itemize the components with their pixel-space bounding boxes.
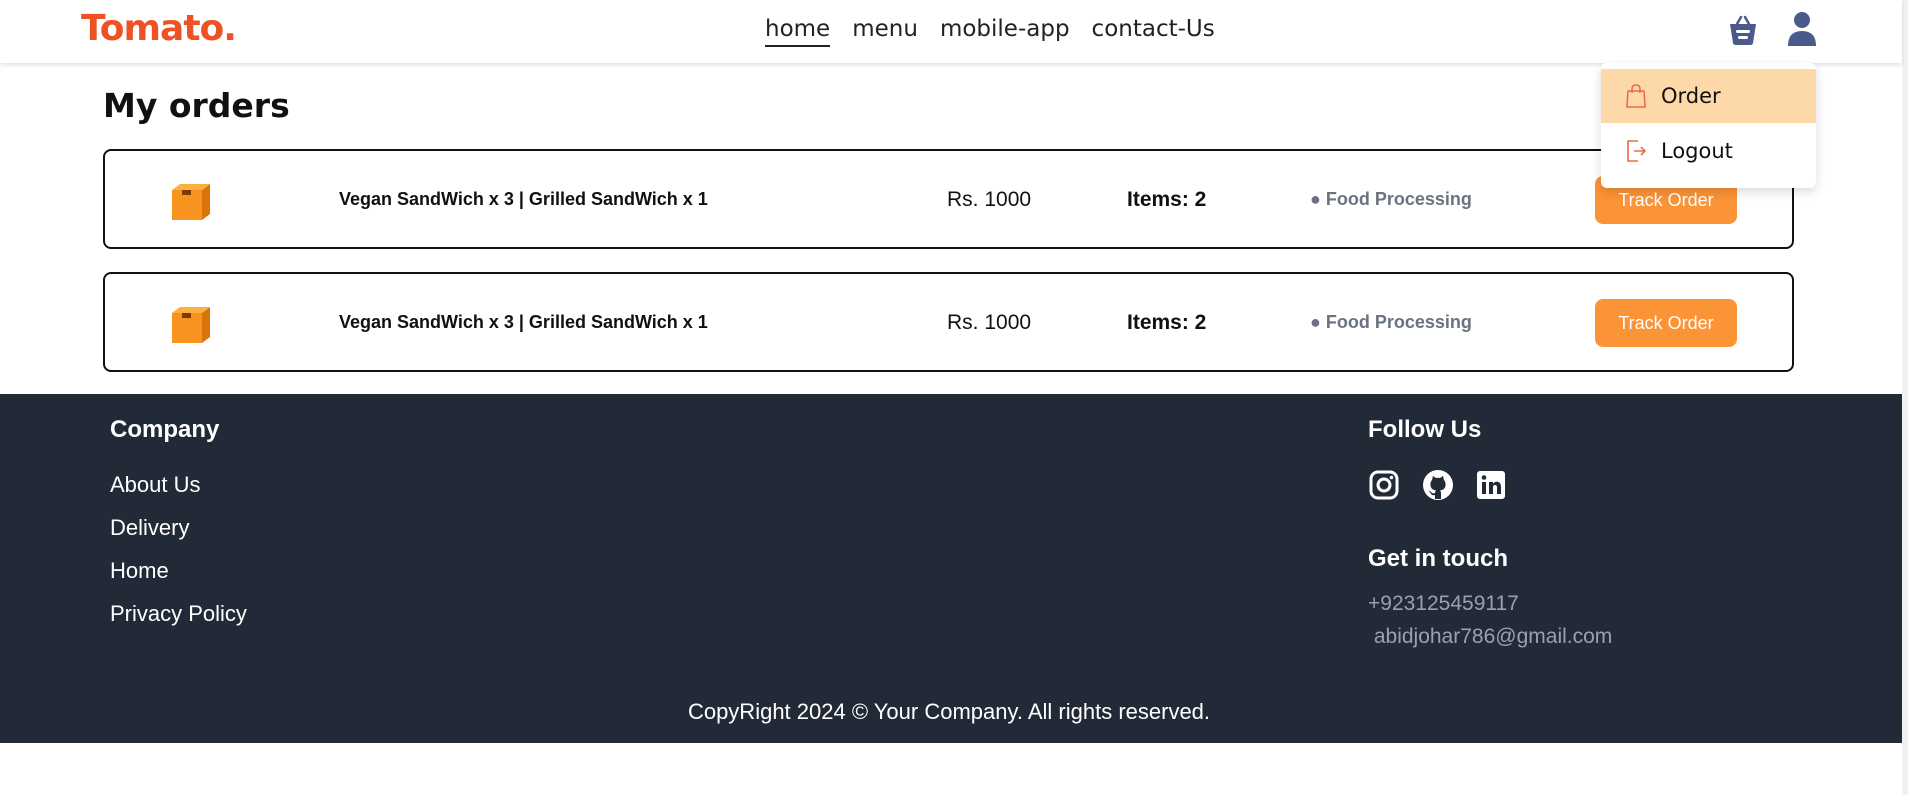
track-order-button[interactable]: Track Order	[1595, 299, 1737, 347]
instagram-icon[interactable]	[1368, 469, 1400, 501]
footer-link-delivery[interactable]: Delivery	[110, 515, 189, 541]
dropdown-order[interactable]: Order	[1601, 69, 1816, 123]
parcel-icon	[172, 184, 210, 220]
order-card: Vegan SandWich x 3 | Grilled SandWich x …	[103, 272, 1794, 372]
nav-contact-us[interactable]: contact-Us	[1092, 16, 1215, 47]
footer-company-heading: Company	[110, 416, 220, 443]
order-item-count: Items: 2	[1127, 311, 1207, 334]
bag-icon	[1626, 84, 1646, 108]
page-title: My orders	[103, 86, 290, 125]
order-price: Rs. 1000	[947, 311, 1032, 334]
footer-follow-heading: Follow Us	[1368, 416, 1482, 443]
copyright: CopyRight 2024 © Your Company. All right…	[687, 699, 1211, 724]
contact-phone[interactable]: +923125459117	[1368, 592, 1519, 616]
profile-dropdown: Order Logout	[1601, 63, 1816, 188]
github-icon[interactable]	[1422, 469, 1454, 501]
footer-link-about[interactable]: About Us	[110, 472, 201, 498]
linkedin-icon[interactable]	[1475, 469, 1507, 501]
footer-link-privacy[interactable]: Privacy Policy	[110, 601, 247, 627]
nav-menu[interactable]: menu	[852, 16, 918, 47]
basket-icon[interactable]	[1728, 14, 1758, 46]
dropdown-logout[interactable]: Logout	[1601, 124, 1816, 178]
dropdown-logout-label: Logout	[1661, 139, 1733, 163]
order-status: ● Food Processing	[1310, 312, 1472, 332]
dropdown-order-label: Order	[1661, 84, 1721, 108]
logo[interactable]: Tomato.	[81, 8, 237, 49]
footer-link-home[interactable]: Home	[110, 558, 169, 584]
contact-email[interactable]: abidjohar786@gmail.com	[1368, 625, 1612, 649]
top-navbar: Tomato. home menu mobile-app contact-Us	[0, 0, 1902, 63]
nav-mobile-app[interactable]: mobile-app	[940, 16, 1070, 47]
main-nav: home menu mobile-app contact-Us	[765, 16, 1215, 47]
nav-home[interactable]: home	[765, 16, 831, 47]
footer	[0, 394, 1902, 743]
logout-icon	[1627, 140, 1647, 162]
order-item-count: Items: 2	[1127, 188, 1207, 211]
order-card: Vegan SandWich x 3 | Grilled SandWich x …	[103, 149, 1794, 249]
profile-icon[interactable]	[1787, 11, 1817, 47]
order-status: ● Food Processing	[1310, 189, 1472, 209]
footer-contact-heading: Get in touch	[1368, 545, 1508, 572]
order-items: Vegan SandWich x 3 | Grilled SandWich x …	[339, 189, 708, 209]
order-price: Rs. 1000	[947, 188, 1032, 211]
scrollbar[interactable]	[1902, 0, 1908, 795]
order-items: Vegan SandWich x 3 | Grilled SandWich x …	[339, 312, 708, 332]
parcel-icon	[172, 307, 210, 343]
